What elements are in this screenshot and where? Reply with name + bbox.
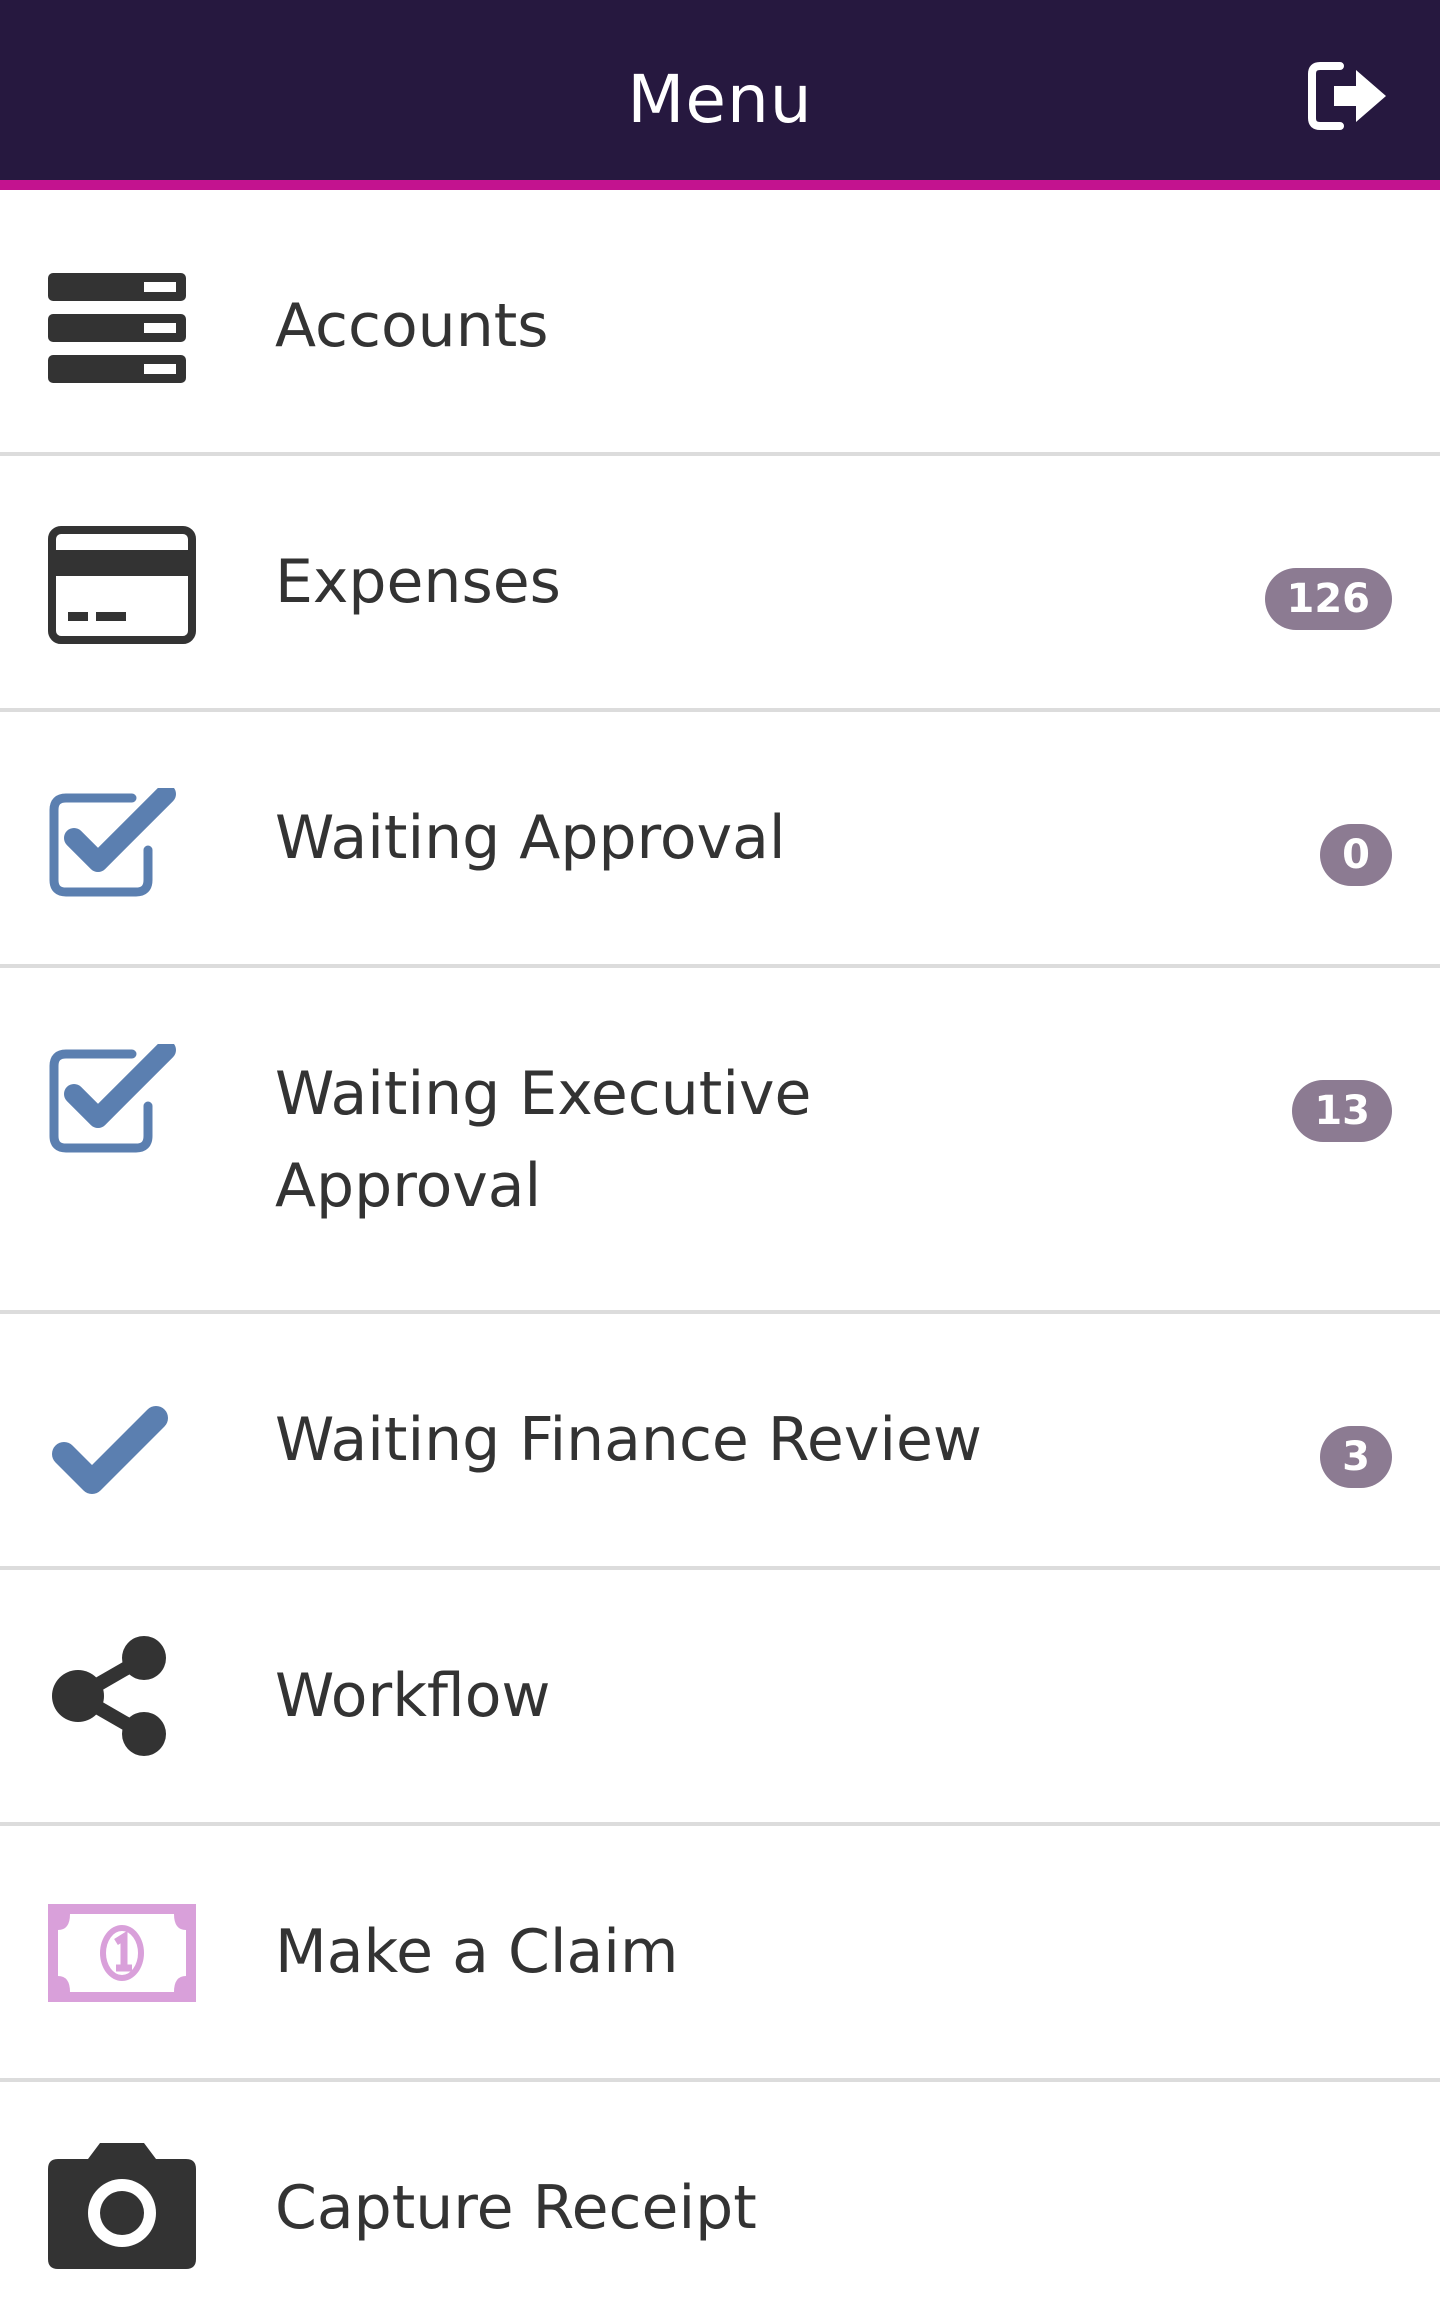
menu-item-label: Make a Claim — [275, 1917, 679, 1987]
menu-item-waiting-approval[interactable]: Waiting Approval 0 — [0, 712, 1440, 968]
share-icon — [48, 1636, 198, 1756]
menu-item-label: Waiting Executive Approval — [275, 1059, 812, 1221]
checkbox-checked-icon — [48, 784, 198, 904]
camera-icon — [48, 2143, 198, 2269]
money-bill-icon — [48, 1894, 198, 2014]
menu-item-label: Waiting Approval — [275, 803, 786, 873]
menu-item-waiting-executive-approval[interactable]: Waiting Executive Approval 13 — [0, 968, 1440, 1314]
logout-button[interactable] — [1306, 60, 1390, 132]
menu-item-label: Workflow — [275, 1661, 551, 1731]
credit-card-icon — [48, 526, 198, 646]
count-badge: 13 — [1292, 1080, 1392, 1142]
menu-item-expenses[interactable]: Expenses 126 — [0, 456, 1440, 712]
menu-item-workflow[interactable]: Workflow — [0, 1570, 1440, 1826]
menu-item-label: Accounts — [275, 291, 549, 361]
checkbox-checked-icon — [48, 1040, 198, 1160]
menu-list: Accounts Expenses 126 Waiting Approval 0 — [0, 200, 1440, 2322]
count-badge: 0 — [1320, 824, 1392, 886]
menu-item-label: Expenses — [275, 547, 561, 617]
logout-icon — [1308, 62, 1386, 130]
count-badge: 3 — [1320, 1426, 1392, 1488]
menu-item-make-a-claim[interactable]: Make a Claim — [0, 1826, 1440, 2082]
header-bar: Menu — [0, 0, 1440, 190]
menu-item-accounts[interactable]: Accounts — [0, 200, 1440, 456]
page-title: Menu — [627, 61, 813, 138]
menu-item-label: Waiting Finance Review — [275, 1405, 982, 1475]
menu-item-waiting-finance-review[interactable]: Waiting Finance Review 3 — [0, 1314, 1440, 1570]
menu-item-label: Capture Receipt — [275, 2173, 757, 2243]
checkmark-icon — [48, 1394, 198, 1514]
server-stack-icon — [48, 268, 198, 388]
count-badge: 126 — [1264, 568, 1392, 630]
menu-item-capture-receipt[interactable]: Capture Receipt — [0, 2082, 1440, 2322]
